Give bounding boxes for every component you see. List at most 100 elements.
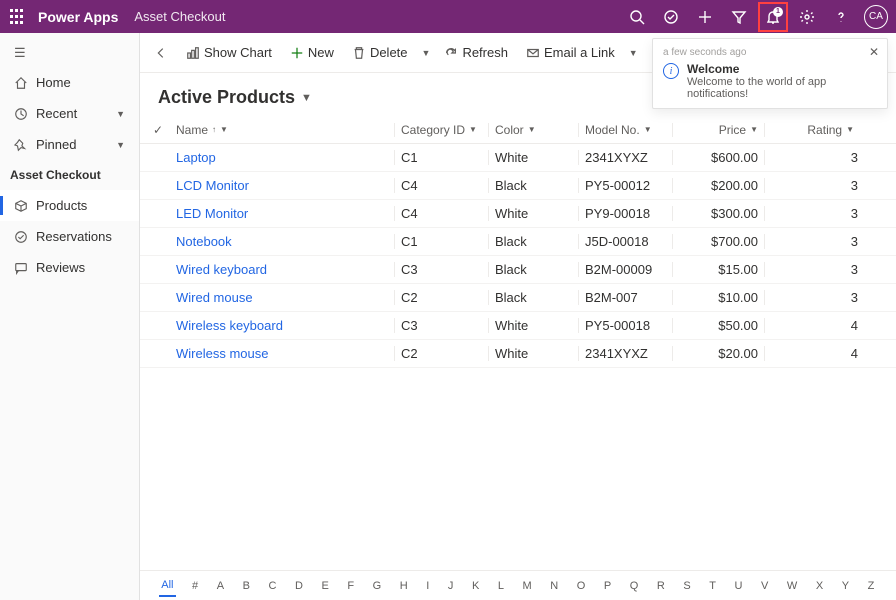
alpha-l[interactable]: L — [496, 576, 506, 596]
email-split-chevron[interactable]: ▼ — [627, 48, 640, 58]
table-row[interactable]: Wireless mouseC2White2341XYXZ$20.004 — [140, 340, 896, 368]
back-button[interactable] — [148, 42, 174, 64]
chevron-down-icon: ▼ — [116, 140, 125, 150]
nav-reviews[interactable]: Reviews — [0, 252, 139, 283]
nav-recent[interactable]: Recent ▼ — [0, 98, 139, 129]
nav-label: Recent — [36, 106, 77, 121]
nav-pinned[interactable]: Pinned ▼ — [0, 129, 139, 160]
product-link[interactable]: LED Monitor — [176, 206, 248, 221]
table-row[interactable]: Wired keyboardC3BlackB2M-00009$15.003 — [140, 256, 896, 284]
alpha-b[interactable]: B — [241, 576, 252, 596]
alpha-#[interactable]: # — [190, 576, 200, 596]
cell-model: PY9-00018 — [578, 206, 672, 221]
alpha-p[interactable]: P — [602, 576, 613, 596]
settings-icon[interactable] — [792, 2, 822, 32]
product-link[interactable]: Wireless mouse — [176, 346, 268, 361]
table-row[interactable]: NotebookC1BlackJ5D-00018$700.003 — [140, 228, 896, 256]
nav-home[interactable]: Home — [0, 67, 139, 98]
alpha-f[interactable]: F — [345, 576, 356, 596]
alpha-j[interactable]: J — [446, 576, 456, 596]
col-price[interactable]: Price▼ — [672, 123, 764, 137]
alpha-x[interactable]: X — [814, 576, 825, 596]
search-icon[interactable] — [622, 2, 652, 32]
alpha-a[interactable]: A — [215, 576, 226, 596]
product-link[interactable]: LCD Monitor — [176, 178, 249, 193]
alpha-s[interactable]: S — [681, 576, 692, 596]
alpha-t[interactable]: T — [707, 576, 718, 596]
add-icon[interactable] — [690, 2, 720, 32]
help-icon[interactable] — [826, 2, 856, 32]
cell-model: 2341XYXZ — [578, 346, 672, 361]
table-row[interactable]: Wired mouseC2BlackB2M-007$10.003 — [140, 284, 896, 312]
alpha-r[interactable]: R — [655, 576, 667, 596]
alpha-m[interactable]: M — [521, 576, 534, 596]
col-category[interactable]: Category ID▼ — [394, 123, 488, 137]
cell-price: $300.00 — [672, 206, 764, 221]
chevron-down-icon: ▼ — [301, 92, 312, 104]
alpha-g[interactable]: G — [371, 576, 384, 596]
email-link-button[interactable]: Email a Link — [520, 41, 621, 64]
alpha-v[interactable]: V — [759, 576, 770, 596]
product-link[interactable]: Wired mouse — [176, 290, 253, 305]
select-all-toggle[interactable]: ✓ — [146, 123, 170, 137]
alpha-y[interactable]: Y — [840, 576, 851, 596]
cell-category: C4 — [394, 206, 488, 221]
alpha-e[interactable]: E — [320, 576, 331, 596]
hamburger-icon[interactable]: ☰ — [0, 39, 139, 67]
toast-body: Welcome to the world of app notification… — [687, 76, 877, 100]
table-row[interactable]: LaptopC1White2341XYXZ$600.003 — [140, 144, 896, 172]
cell-rating: 3 — [764, 262, 864, 277]
cell-color: Black — [488, 234, 578, 249]
info-icon: i — [663, 63, 679, 79]
col-model[interactable]: Model No.▼ — [578, 123, 672, 137]
alpha-n[interactable]: N — [548, 576, 560, 596]
cell-price: $15.00 — [672, 262, 764, 277]
alpha-o[interactable]: O — [575, 576, 588, 596]
delete-split-chevron[interactable]: ▼ — [420, 48, 433, 58]
cell-price: $20.00 — [672, 346, 764, 361]
close-icon[interactable]: ✕ — [869, 45, 879, 59]
cell-price: $700.00 — [672, 234, 764, 249]
new-button[interactable]: New — [284, 41, 340, 64]
product-link[interactable]: Wireless keyboard — [176, 318, 283, 333]
refresh-button[interactable]: Refresh — [438, 41, 514, 64]
product-link[interactable]: Notebook — [176, 234, 232, 249]
brand-title: Power Apps — [38, 9, 118, 25]
alpha-i[interactable]: I — [424, 576, 431, 596]
table-row[interactable]: Wireless keyboardC3WhitePY5-00018$50.004 — [140, 312, 896, 340]
cell-category: C2 — [394, 346, 488, 361]
cell-model: B2M-00009 — [578, 262, 672, 277]
alpha-all[interactable]: All — [159, 575, 175, 597]
nav-reservations[interactable]: Reservations — [0, 221, 139, 252]
show-chart-button[interactable]: Show Chart — [180, 41, 278, 64]
alpha-h[interactable]: H — [398, 576, 410, 596]
col-rating[interactable]: Rating▼ — [764, 123, 864, 137]
alpha-d[interactable]: D — [293, 576, 305, 596]
cell-model: B2M-007 — [578, 290, 672, 305]
alpha-u[interactable]: U — [733, 576, 745, 596]
col-color[interactable]: Color▼ — [488, 123, 578, 137]
cell-rating: 4 — [764, 346, 864, 361]
alphabet-filter: All # ABCDEFGHIJKLMNOPQRSTUVWXYZ — [140, 570, 896, 600]
notifications-icon[interactable]: 1 — [758, 2, 788, 32]
cell-rating: 3 — [764, 234, 864, 249]
alpha-z[interactable]: Z — [866, 576, 877, 596]
cell-category: C2 — [394, 290, 488, 305]
nav-products[interactable]: Products — [0, 190, 139, 221]
task-icon[interactable] — [656, 2, 686, 32]
cell-model: J5D-00018 — [578, 234, 672, 249]
alpha-q[interactable]: Q — [628, 576, 641, 596]
app-launcher-icon[interactable] — [8, 7, 28, 27]
delete-button[interactable]: Delete — [346, 41, 414, 64]
product-link[interactable]: Wired keyboard — [176, 262, 267, 277]
user-avatar[interactable]: CA — [864, 5, 888, 29]
table-row[interactable]: LCD MonitorC4BlackPY5-00012$200.003 — [140, 172, 896, 200]
alpha-k[interactable]: K — [470, 576, 481, 596]
filter-icon[interactable] — [724, 2, 754, 32]
product-link[interactable]: Laptop — [176, 150, 216, 165]
col-name[interactable]: Name↑▼ — [170, 123, 394, 137]
alpha-w[interactable]: W — [785, 576, 799, 596]
cell-price: $10.00 — [672, 290, 764, 305]
alpha-c[interactable]: C — [267, 576, 279, 596]
table-row[interactable]: LED MonitorC4WhitePY9-00018$300.003 — [140, 200, 896, 228]
